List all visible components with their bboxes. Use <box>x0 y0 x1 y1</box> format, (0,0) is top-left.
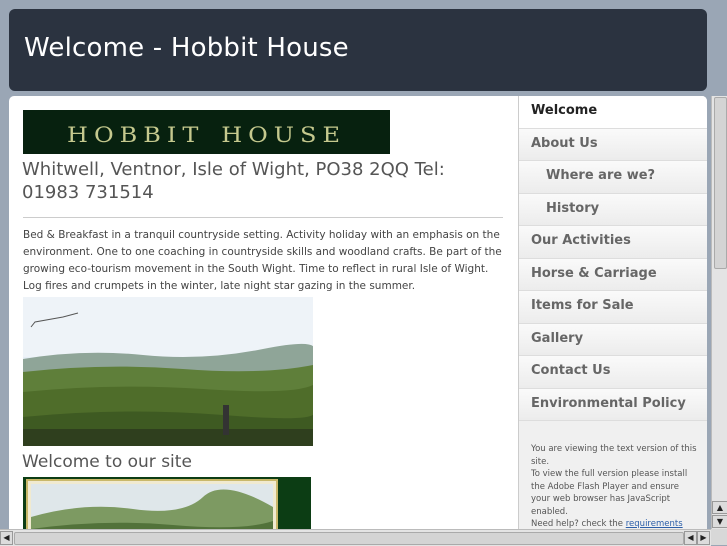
nav-label: Contact Us <box>531 363 611 378</box>
nav-label: History <box>546 200 600 216</box>
flash-notice: You are viewing the text version of this… <box>531 443 699 531</box>
nav-item-horse-carriage[interactable]: Horse & Carriage <box>519 258 707 291</box>
nav-label: Gallery <box>531 330 584 346</box>
page-title: Welcome - Hobbit House <box>24 33 349 63</box>
arrow-left-icon[interactable]: ◀ <box>0 531 13 545</box>
flash-notice-line2: To view the full version please install … <box>531 469 688 517</box>
nav-item-history[interactable]: History <box>519 193 707 226</box>
logo-text: hobbit house <box>67 114 346 150</box>
nav-item-welcome[interactable]: Welcome <box>519 96 707 129</box>
arrow-down-icon[interactable]: ▼ <box>712 515 727 528</box>
horizontal-scrollbar[interactable]: ◀ ◀ ▶ <box>0 529 711 546</box>
horizontal-scroll-thumb[interactable] <box>14 532 684 545</box>
intro-paragraph: Bed & Breakfast in a tranquil countrysid… <box>23 229 502 292</box>
nav-item-items-for-sale[interactable]: Items for Sale <box>519 291 707 324</box>
address-text: Whitwell, Ventnor, Isle of Wight, PO38 2… <box>22 159 445 203</box>
countryside-photo <box>23 297 313 446</box>
nav-item-gallery[interactable]: Gallery <box>519 323 707 356</box>
nav-label: Horse & Carriage <box>531 265 657 281</box>
nav-item-where-are-we[interactable]: Where are we? <box>519 161 707 194</box>
arrow-left-icon[interactable]: ◀ <box>684 531 697 545</box>
nav-item-our-activities[interactable]: Our Activities <box>519 226 707 259</box>
site-header: Welcome - Hobbit House <box>9 9 707 91</box>
scrollbar-corner <box>711 529 727 545</box>
divider <box>23 217 503 218</box>
nav-item-contact-us[interactable]: Contact Us <box>519 356 707 389</box>
landscape-photo <box>23 477 311 536</box>
page-body: hobbit house Whitwell, Ventnor, Isle of … <box>9 96 707 536</box>
nav-item-environmental-policy[interactable]: Environmental Policy <box>519 388 707 421</box>
vertical-scroll-thumb[interactable] <box>714 97 727 269</box>
welcome-heading: Welcome to our site <box>22 452 192 472</box>
nav-label: Environmental Policy <box>531 395 686 411</box>
nav-label: About Us <box>531 135 598 151</box>
main-content: hobbit house Whitwell, Ventnor, Isle of … <box>9 96 517 536</box>
nav-label: Welcome <box>531 103 598 118</box>
nav-label: Our Activities <box>531 233 631 248</box>
site-logo: hobbit house <box>23 110 390 154</box>
nav-label: Items for Sale <box>531 298 634 313</box>
flash-notice-line1: You are viewing the text version of this… <box>531 444 697 467</box>
nav-label: Where are we? <box>546 168 656 183</box>
arrow-right-icon[interactable]: ▶ <box>697 531 710 545</box>
help-text: Need help? check the <box>531 519 626 529</box>
nav-item-about-us[interactable]: About Us <box>519 128 707 161</box>
arrow-up-icon[interactable]: ▲ <box>712 501 727 514</box>
side-navigation: Welcome About Us Where are we? History O… <box>518 96 707 536</box>
vertical-scrollbar[interactable]: ▲ ▼ <box>711 96 727 529</box>
requirements-link[interactable]: requirements <box>626 519 683 529</box>
